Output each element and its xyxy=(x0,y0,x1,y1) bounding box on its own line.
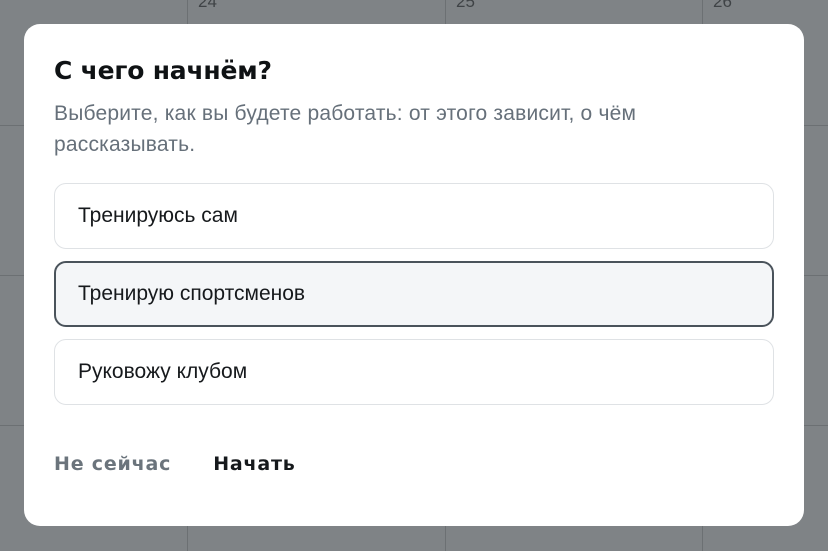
dialog-subtitle: Выберите, как вы будете работать: от это… xyxy=(54,102,637,156)
start-button[interactable]: Начать xyxy=(213,449,295,479)
role-option-self-training[interactable]: Тренируюсь сам xyxy=(54,183,774,249)
not-now-button[interactable]: Не сейчас xyxy=(54,449,171,479)
calendar-day-number: 26 xyxy=(713,0,732,11)
role-options: Тренируюсь сам Тренирую спортсменов Руко… xyxy=(54,183,774,405)
option-label: Тренирую спортсменов xyxy=(78,282,306,305)
option-label: Руковожу клубом xyxy=(78,360,248,383)
calendar-day-number: 24 xyxy=(198,0,217,11)
dialog-actions: Не сейчас Начать xyxy=(54,449,296,479)
dialog-title: С чего начнём? xyxy=(54,56,272,85)
option-label: Тренируюсь сам xyxy=(78,204,238,227)
role-option-club-manager[interactable]: Руковожу клубом xyxy=(54,339,774,405)
calendar-day-number: 25 xyxy=(456,0,475,11)
role-option-coach[interactable]: Тренирую спортсменов xyxy=(54,261,774,327)
